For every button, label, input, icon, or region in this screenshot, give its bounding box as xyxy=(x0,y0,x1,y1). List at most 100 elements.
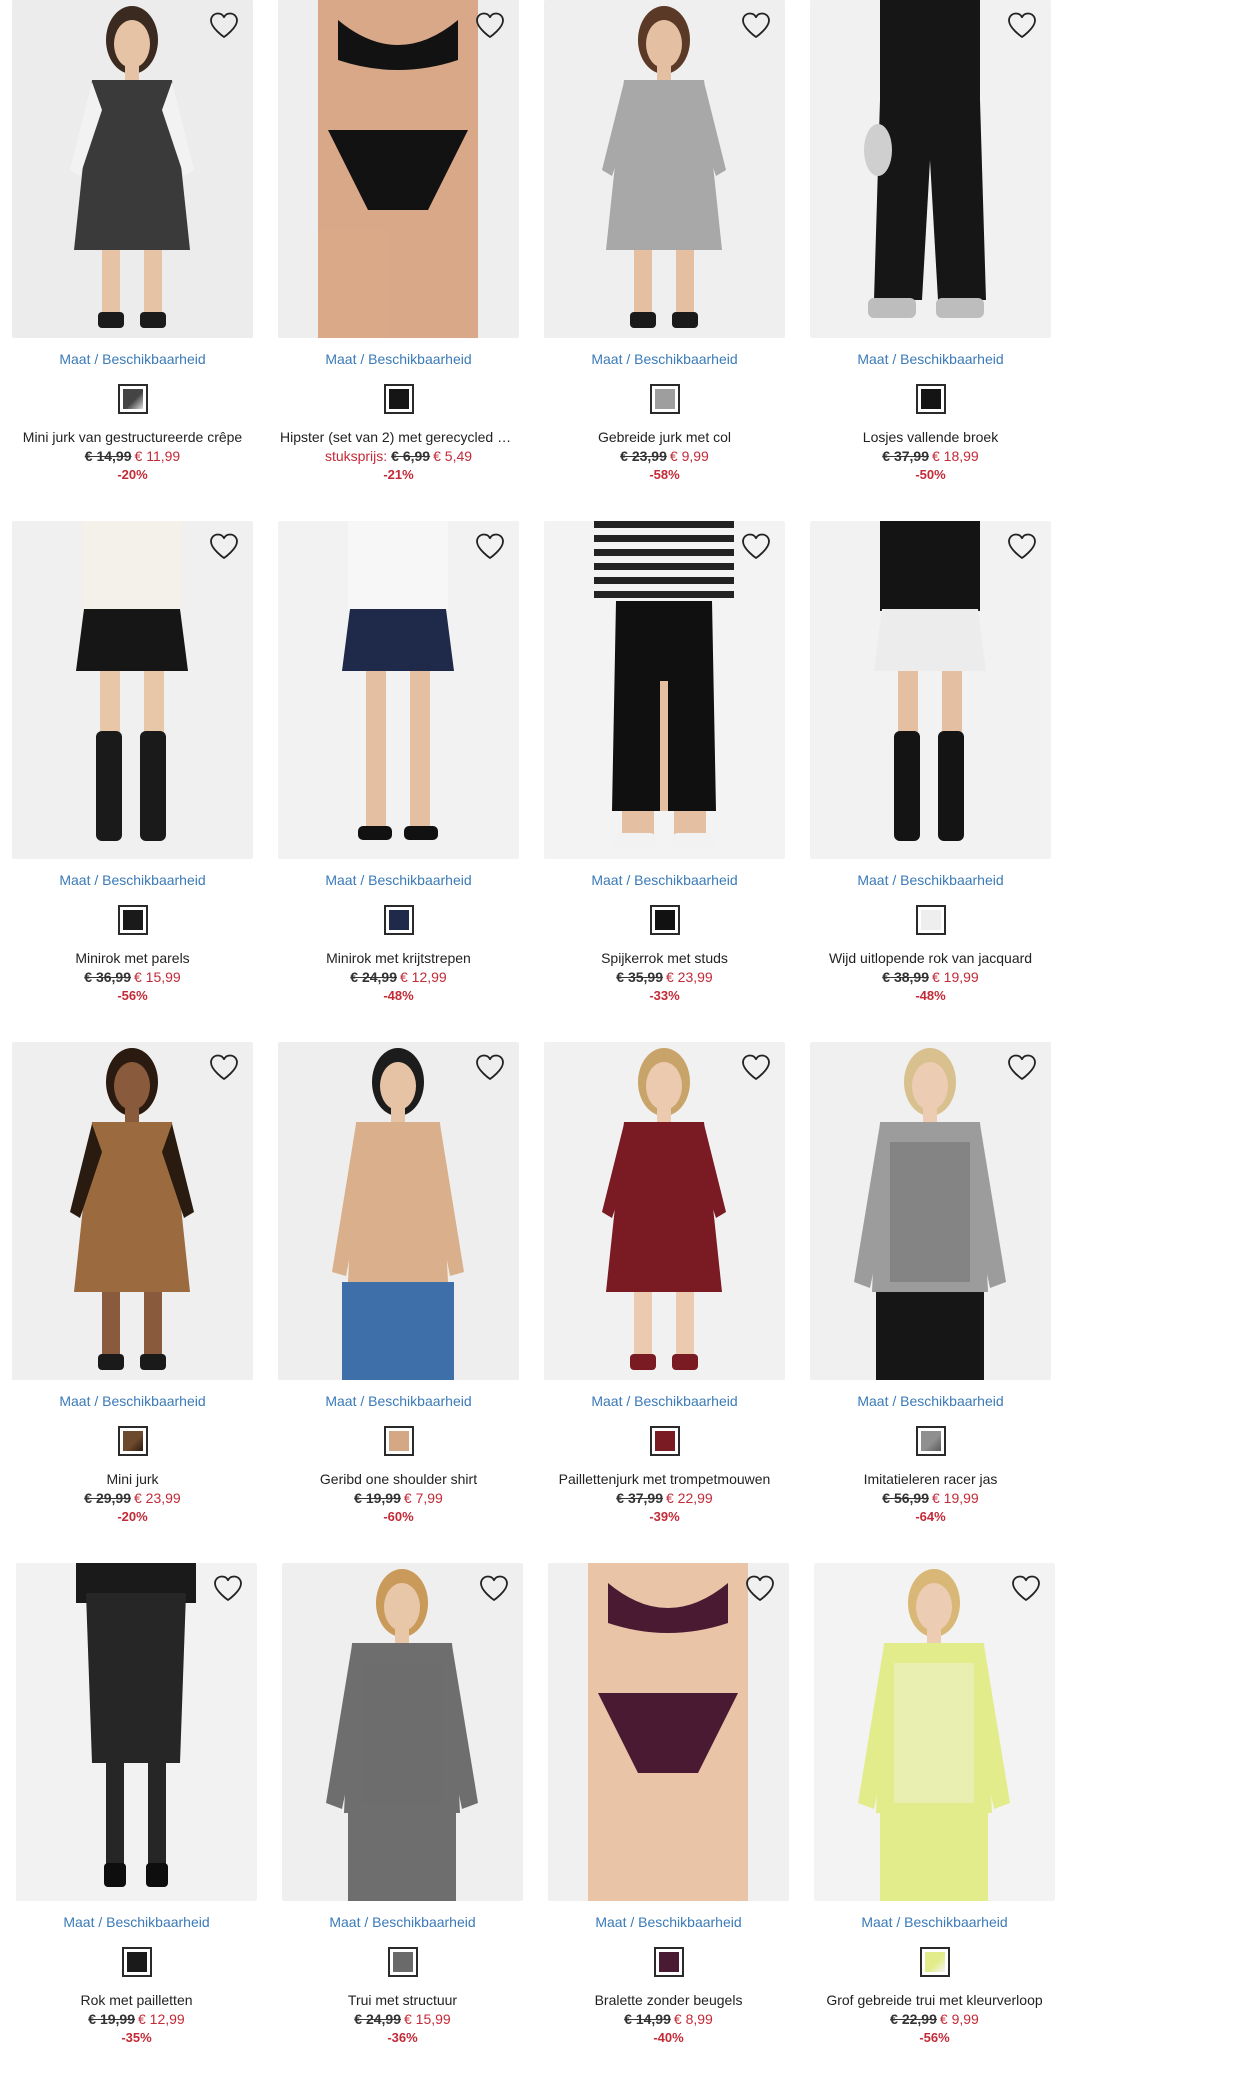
product-card[interactable]: Maat / Beschikbaarheid Spijkerrok met stu… xyxy=(544,521,785,1042)
color-swatch[interactable] xyxy=(649,384,680,414)
product-image[interactable] xyxy=(278,521,519,859)
color-swatch[interactable] xyxy=(383,1426,414,1456)
product-card[interactable]: Maat / Beschikbaarheid Minirok met parels… xyxy=(12,521,253,1042)
product-grid: Maat / Beschikbaarheid Mini jurk van gest… xyxy=(12,0,1055,2082)
product-title[interactable]: Gebreide jurk met col xyxy=(544,428,785,446)
size-availability-link[interactable]: Maat / Beschikbaarheid xyxy=(814,1913,1055,1931)
wishlist-heart-icon[interactable] xyxy=(207,531,241,561)
color-swatch[interactable] xyxy=(649,905,680,935)
wishlist-heart-icon[interactable] xyxy=(473,1052,507,1082)
size-availability-link[interactable]: Maat / Beschikbaarheid xyxy=(16,1913,257,1931)
product-image[interactable] xyxy=(12,0,253,338)
wishlist-heart-icon[interactable] xyxy=(207,1052,241,1082)
wishlist-heart-icon[interactable] xyxy=(477,1573,511,1603)
color-swatch[interactable] xyxy=(915,384,946,414)
color-swatch[interactable] xyxy=(915,905,946,935)
color-swatch[interactable] xyxy=(915,1426,946,1456)
product-card[interactable]: Maat / Beschikbaarheid Wijd uitlopende ro… xyxy=(810,521,1051,1042)
color-swatch[interactable] xyxy=(121,1947,152,1977)
color-swatch[interactable] xyxy=(919,1947,950,1977)
wishlist-heart-icon[interactable] xyxy=(739,531,773,561)
product-title[interactable]: Spijkerrok met studs xyxy=(544,949,785,967)
product-title[interactable]: Grof gebreide trui met kleurverloop xyxy=(814,1991,1055,2009)
product-card[interactable]: Maat / Beschikbaarheid Mini jurk van gest… xyxy=(12,0,253,521)
product-image[interactable] xyxy=(278,0,519,338)
wishlist-heart-icon[interactable] xyxy=(1009,1573,1043,1603)
size-availability-link[interactable]: Maat / Beschikbaarheid xyxy=(544,871,785,889)
product-title[interactable]: Rok met pailletten xyxy=(16,1991,257,2009)
product-title[interactable]: Mini jurk xyxy=(12,1470,253,1488)
product-title[interactable]: Minirok met krijtstrepen xyxy=(278,949,519,967)
product-title[interactable]: Wijd uitlopende rok van jacquard xyxy=(810,949,1051,967)
color-swatch[interactable] xyxy=(383,384,414,414)
product-card[interactable]: Maat / Beschikbaarheid Rok met pailletten… xyxy=(16,1563,257,2082)
wishlist-heart-icon[interactable] xyxy=(739,1052,773,1082)
wishlist-heart-icon[interactable] xyxy=(473,10,507,40)
product-title[interactable]: Minirok met parels xyxy=(12,949,253,967)
product-card[interactable]: Maat / Beschikbaarheid Hipster (set van 2… xyxy=(278,0,519,521)
size-availability-link[interactable]: Maat / Beschikbaarheid xyxy=(544,1392,785,1410)
product-image[interactable] xyxy=(810,521,1051,859)
product-title[interactable]: Geribd one shoulder shirt xyxy=(278,1470,519,1488)
size-availability-link[interactable]: Maat / Beschikbaarheid xyxy=(544,350,785,368)
wishlist-heart-icon[interactable] xyxy=(739,10,773,40)
product-card[interactable]: Maat / Beschikbaarheid Losjes vallende br… xyxy=(810,0,1051,521)
size-availability-link[interactable]: Maat / Beschikbaarheid xyxy=(12,1392,253,1410)
discount-badge: -56% xyxy=(919,2030,950,2045)
sale-price: € 19,99 xyxy=(932,1490,979,1506)
product-image[interactable] xyxy=(814,1563,1055,1901)
product-image[interactable] xyxy=(16,1563,257,1901)
product-image[interactable] xyxy=(810,1042,1051,1380)
color-swatch[interactable] xyxy=(387,1947,418,1977)
product-image[interactable] xyxy=(810,0,1051,338)
color-swatch[interactable] xyxy=(117,384,148,414)
product-title[interactable]: Imitatieleren racer jas xyxy=(810,1470,1051,1488)
product-image[interactable] xyxy=(544,521,785,859)
product-title[interactable]: Bralette zonder beugels xyxy=(548,1991,789,2009)
wishlist-heart-icon[interactable] xyxy=(211,1573,245,1603)
size-availability-link[interactable]: Maat / Beschikbaarheid xyxy=(810,1392,1051,1410)
size-availability-link[interactable]: Maat / Beschikbaarheid xyxy=(282,1913,523,1931)
color-swatch[interactable] xyxy=(117,1426,148,1456)
product-title[interactable]: Mini jurk van gestructureerde crêpe xyxy=(12,428,253,446)
product-card[interactable]: Maat / Beschikbaarheid Paillettenjurk met… xyxy=(544,1042,785,1563)
product-card[interactable]: Maat / Beschikbaarheid Trui met structuur… xyxy=(282,1563,523,2082)
product-image[interactable] xyxy=(544,0,785,338)
color-swatch[interactable] xyxy=(653,1947,684,1977)
product-card[interactable]: Maat / Beschikbaarheid Mini jurk € 29,99 € … xyxy=(12,1042,253,1563)
product-title[interactable]: Hipster (set van 2) met gerecycled polya… xyxy=(278,428,519,446)
product-image[interactable] xyxy=(548,1563,789,1901)
size-availability-link[interactable]: Maat / Beschikbaarheid xyxy=(278,1392,519,1410)
color-swatch[interactable] xyxy=(649,1426,680,1456)
product-card[interactable]: Maat / Beschikbaarheid Grof gebreide trui… xyxy=(814,1563,1055,2082)
wishlist-heart-icon[interactable] xyxy=(1005,1052,1039,1082)
product-image[interactable] xyxy=(544,1042,785,1380)
wishlist-heart-icon[interactable] xyxy=(207,10,241,40)
color-swatch[interactable] xyxy=(383,905,414,935)
product-card[interactable]: Maat / Beschikbaarheid Minirok met krijts… xyxy=(278,521,519,1042)
size-availability-link[interactable]: Maat / Beschikbaarheid xyxy=(810,350,1051,368)
product-card[interactable]: Maat / Beschikbaarheid Gebreide jurk met … xyxy=(544,0,785,521)
size-availability-link[interactable]: Maat / Beschikbaarheid xyxy=(12,350,253,368)
wishlist-heart-icon[interactable] xyxy=(1005,531,1039,561)
size-availability-link[interactable]: Maat / Beschikbaarheid xyxy=(278,350,519,368)
size-availability-link[interactable]: Maat / Beschikbaarheid xyxy=(12,871,253,889)
wishlist-heart-icon[interactable] xyxy=(473,531,507,561)
product-image[interactable] xyxy=(282,1563,523,1901)
product-title[interactable]: Trui met structuur xyxy=(282,1991,523,2009)
color-swatch[interactable] xyxy=(117,905,148,935)
product-title[interactable]: Paillettenjurk met trompetmouwen xyxy=(544,1470,785,1488)
wishlist-heart-icon[interactable] xyxy=(1005,10,1039,40)
size-availability-link[interactable]: Maat / Beschikbaarheid xyxy=(548,1913,789,1931)
product-card[interactable]: Maat / Beschikbaarheid Geribd one shoulde… xyxy=(278,1042,519,1563)
product-card[interactable]: Maat / Beschikbaarheid Bralette zonder be… xyxy=(548,1563,789,2082)
size-availability-link[interactable]: Maat / Beschikbaarheid xyxy=(810,871,1051,889)
product-title[interactable]: Losjes vallende broek xyxy=(810,428,1051,446)
product-photo xyxy=(810,1042,1051,1380)
product-image[interactable] xyxy=(12,1042,253,1380)
product-card[interactable]: Maat / Beschikbaarheid Imitatieleren race… xyxy=(810,1042,1051,1563)
wishlist-heart-icon[interactable] xyxy=(743,1573,777,1603)
product-image[interactable] xyxy=(12,521,253,859)
product-image[interactable] xyxy=(278,1042,519,1380)
size-availability-link[interactable]: Maat / Beschikbaarheid xyxy=(278,871,519,889)
